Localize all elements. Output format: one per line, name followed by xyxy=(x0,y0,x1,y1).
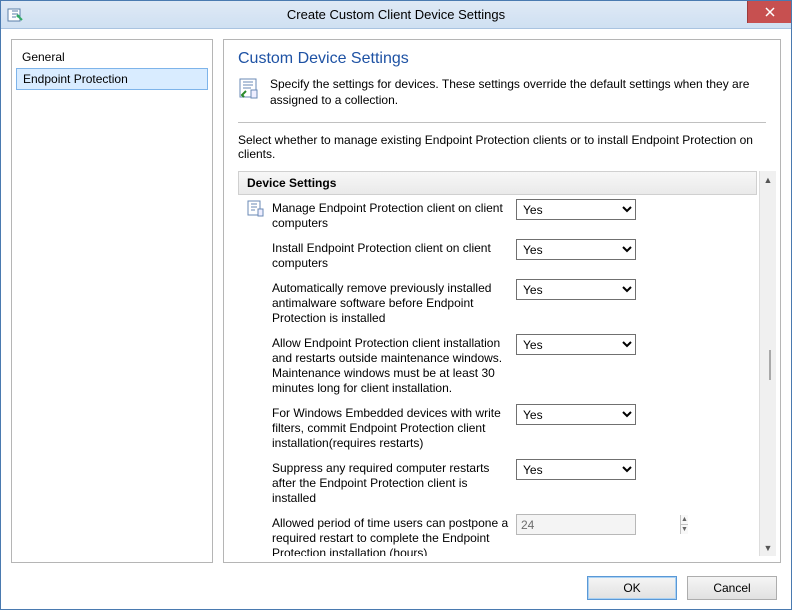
setting-control: Yes xyxy=(516,199,636,220)
close-button[interactable] xyxy=(747,1,791,23)
content-panel: Custom Device Settings Specify the setti… xyxy=(223,39,781,563)
setting-row: For Windows Embedded devices with write … xyxy=(238,400,759,455)
setting-select[interactable]: Yes xyxy=(516,459,636,480)
setting-row: Allow Endpoint Protection client install… xyxy=(238,330,759,400)
setting-select[interactable]: Yes xyxy=(516,279,636,300)
setting-label: Allowed period of time users can postpon… xyxy=(272,514,510,556)
setting-label: Manage Endpoint Protection client on cli… xyxy=(272,199,510,231)
scroll-down-arrow[interactable]: ▼ xyxy=(761,539,776,556)
setting-row: Automatically remove previously installe… xyxy=(238,275,759,330)
settings-icon xyxy=(238,76,262,100)
spinner-down-icon: ▼ xyxy=(681,525,688,534)
setting-label: For Windows Embedded devices with write … xyxy=(272,404,510,451)
setting-control: Yes xyxy=(516,279,636,300)
close-icon xyxy=(765,7,775,17)
scroll-up-arrow[interactable]: ▲ xyxy=(761,171,776,188)
setting-row: Suppress any required computer restarts … xyxy=(238,455,759,510)
vertical-scrollbar[interactable]: ▲ ▼ xyxy=(759,171,776,556)
setting-row: Install Endpoint Protection client on cl… xyxy=(238,235,759,275)
setting-select[interactable]: Yes xyxy=(516,199,636,220)
sidebar-item-endpoint-protection[interactable]: Endpoint Protection xyxy=(16,68,208,90)
divider xyxy=(238,122,766,123)
setting-control: Yes xyxy=(516,334,636,355)
setting-select[interactable]: Yes xyxy=(516,334,636,355)
setting-control: Yes xyxy=(516,404,636,425)
title-bar: Create Custom Client Device Settings xyxy=(1,1,791,29)
setting-select[interactable]: Yes xyxy=(516,404,636,425)
setting-row: Allowed period of time users can postpon… xyxy=(238,510,759,556)
scroll-thumb[interactable] xyxy=(769,350,771,380)
setting-row-icon xyxy=(246,199,266,217)
setting-select[interactable]: Yes xyxy=(516,239,636,260)
setting-control: Yes xyxy=(516,459,636,480)
description-row: Specify the settings for devices. These … xyxy=(238,76,776,108)
dialog-footer: OK Cancel xyxy=(1,567,791,609)
ok-button[interactable]: OK xyxy=(587,576,677,600)
setting-control: ▲▼ xyxy=(516,514,636,535)
setting-label: Allow Endpoint Protection client install… xyxy=(272,334,510,396)
setting-spinner: ▲▼ xyxy=(516,514,636,535)
cancel-button[interactable]: Cancel xyxy=(687,576,777,600)
sidebar-item-general[interactable]: General xyxy=(12,46,212,68)
setting-control: Yes xyxy=(516,239,636,260)
setting-label: Automatically remove previously installe… xyxy=(272,279,510,326)
window-title: Create Custom Client Device Settings xyxy=(1,7,791,22)
settings-pane: Device Settings Manage Endpoint Protecti… xyxy=(238,171,759,556)
dialog-body: General Endpoint Protection Custom Devic… xyxy=(1,29,791,567)
spinner-up-icon: ▲ xyxy=(681,515,688,525)
setting-label: Suppress any required computer restarts … xyxy=(272,459,510,506)
section-header: Device Settings xyxy=(238,171,757,195)
instruction-text: Select whether to manage existing Endpoi… xyxy=(238,133,776,161)
setting-row: Manage Endpoint Protection client on cli… xyxy=(238,195,759,235)
setting-label: Install Endpoint Protection client on cl… xyxy=(272,239,510,271)
settings-scroll-area: Device Settings Manage Endpoint Protecti… xyxy=(238,171,776,556)
dialog-window: Create Custom Client Device Settings Gen… xyxy=(0,0,792,610)
page-heading: Custom Device Settings xyxy=(238,50,776,68)
spinner-input xyxy=(517,515,680,534)
description-text: Specify the settings for devices. These … xyxy=(270,76,766,108)
nav-sidebar: General Endpoint Protection xyxy=(11,39,213,563)
